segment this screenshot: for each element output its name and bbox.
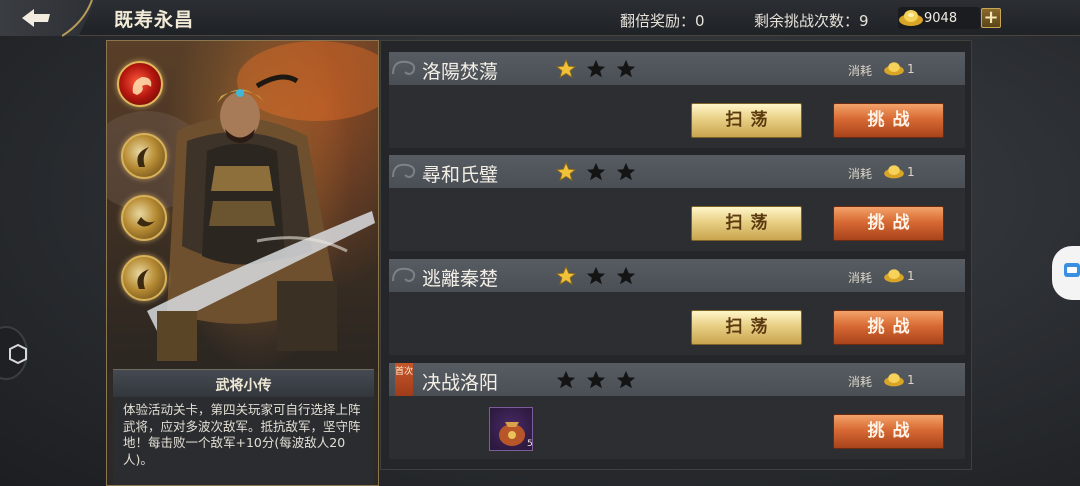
page-title: 既寿永昌 <box>114 9 195 31</box>
stage-name: 尋和氏璧 <box>422 164 499 186</box>
double-reward-stat: 翻倍奖励：0 <box>620 10 705 31</box>
bio-title: 武将小传 <box>215 378 272 394</box>
side-menu-button[interactable] <box>0 326 28 380</box>
dragon-icon <box>132 77 152 95</box>
top-bar: 既寿永昌 翻倍奖励：0 剩余挑战次数：9 9048 + <box>0 0 1080 37</box>
stage-body: 扫荡 挑战 <box>389 188 965 251</box>
star-empty-icon <box>556 370 576 389</box>
cost-value: 1 <box>907 269 915 283</box>
stage-header: 尋和氏璧 消耗 1 <box>389 155 965 188</box>
cost-label: 消耗 <box>848 271 873 285</box>
stage-header: 洛陽焚蕩 消耗 1 <box>389 52 965 85</box>
star-empty-icon <box>616 266 636 285</box>
double-reward-value: 0 <box>695 12 705 30</box>
crescent-skill-icon[interactable] <box>121 195 167 241</box>
cost-value: 1 <box>907 165 915 179</box>
remaining-attempts-value: 9 <box>859 12 869 30</box>
star-empty-icon <box>586 370 606 389</box>
stage-row: 尋和氏璧 消耗 1 扫荡 挑战 <box>389 155 965 251</box>
bio-box: 体验活动关卡，第四关玩家可自行选择上阵武将，应对多波次敌军。抵抗敌军，坚守阵地！… <box>113 397 374 485</box>
cube-icon <box>9 343 27 365</box>
challenge-button[interactable]: 挑战 <box>833 414 944 449</box>
claw-icon <box>137 269 149 289</box>
reward-item[interactable]: 5 <box>489 407 533 451</box>
stage-row: 洛陽焚蕩 消耗 1 扫荡 挑战 <box>389 52 965 148</box>
sweep-button[interactable]: 扫荡 <box>691 103 802 138</box>
star-rating <box>555 161 645 187</box>
crescent-icon <box>137 217 155 227</box>
hero-panel: 武将小传 体验活动关卡，第四关玩家可自行选择上阵武将，应对多波次敌军。抵抗敌军，… <box>106 40 379 486</box>
star-filled-icon <box>555 58 577 79</box>
sweep-button[interactable]: 扫荡 <box>691 206 802 241</box>
star-empty-icon <box>616 59 636 78</box>
assistant-icon <box>1064 263 1080 277</box>
cost-label: 消耗 <box>848 375 873 389</box>
cost-value: 1 <box>907 62 915 76</box>
star-empty-icon <box>586 59 606 78</box>
back-arrow-icon <box>22 9 50 27</box>
challenge-button[interactable]: 挑战 <box>833 103 944 138</box>
star-filled-icon <box>555 265 577 286</box>
star-empty-icon <box>586 266 606 285</box>
gold-amount: 9048 <box>924 11 958 26</box>
gold-ingot-icon <box>899 10 923 26</box>
stage-body: 扫荡 挑战 <box>389 85 965 148</box>
star-filled-icon <box>555 161 577 182</box>
bio-text: 体验活动关卡，第四关玩家可自行选择上阵武将，应对多波次敌军。抵抗敌军，坚守阵地！… <box>123 402 361 467</box>
reward-count: 5 <box>527 439 533 449</box>
side-float-widget[interactable] <box>1052 246 1080 300</box>
challenge-button[interactable]: 挑战 <box>833 310 944 345</box>
star-empty-icon <box>616 162 636 181</box>
star-empty-icon <box>616 370 636 389</box>
double-reward-label: 翻倍奖励： <box>620 12 696 30</box>
gold-ingot-icon <box>884 165 904 179</box>
stage-list: 洛陽焚蕩 消耗 1 扫荡 挑战 尋和氏璧 消耗 1 扫荡 挑战 逃離秦楚 消耗 … <box>380 40 972 470</box>
stage-row: 逃離秦楚 消耗 1 扫荡 挑战 <box>389 259 965 355</box>
stage-body: 扫荡 挑战 <box>389 292 965 355</box>
cost-label: 消耗 <box>848 64 873 78</box>
gold-ingot-icon <box>884 62 904 76</box>
bio-header: 武将小传 <box>113 369 374 397</box>
gold-ingot-icon <box>884 269 904 283</box>
star-rating <box>555 265 645 291</box>
add-gold-button[interactable]: + <box>981 8 1001 28</box>
stage-header: 首次 决战洛阳 消耗 1 <box>389 363 965 401</box>
claw-icon <box>137 147 149 167</box>
claw-skill-icon[interactable] <box>121 255 167 301</box>
claw-skill-icon[interactable] <box>121 133 167 179</box>
stage-name: 洛陽焚蕩 <box>422 61 499 83</box>
remaining-attempts-stat: 剩余挑战次数：9 <box>754 10 869 31</box>
star-empty-icon <box>586 162 606 181</box>
stage-header: 逃離秦楚 消耗 1 <box>389 259 965 292</box>
gold-ingot-icon <box>884 373 904 387</box>
cost-label: 消耗 <box>848 167 873 181</box>
star-rating <box>555 58 645 84</box>
challenge-button[interactable]: 挑战 <box>833 206 944 241</box>
sweep-button[interactable]: 扫荡 <box>691 310 802 345</box>
cost-value: 1 <box>907 373 915 387</box>
star-rating <box>555 369 645 395</box>
stage-name: 逃離秦楚 <box>422 268 499 290</box>
ornament-curve-icon <box>62 0 93 37</box>
remaining-attempts-label: 剩余挑战次数： <box>754 12 860 30</box>
dragon-skill-icon[interactable] <box>117 61 163 107</box>
stage-name: 决战洛阳 <box>422 372 499 394</box>
stage-row: 首次 决战洛阳 消耗 1 5 挑战 <box>389 363 965 459</box>
stage-body: 5 挑战 <box>389 396 965 459</box>
